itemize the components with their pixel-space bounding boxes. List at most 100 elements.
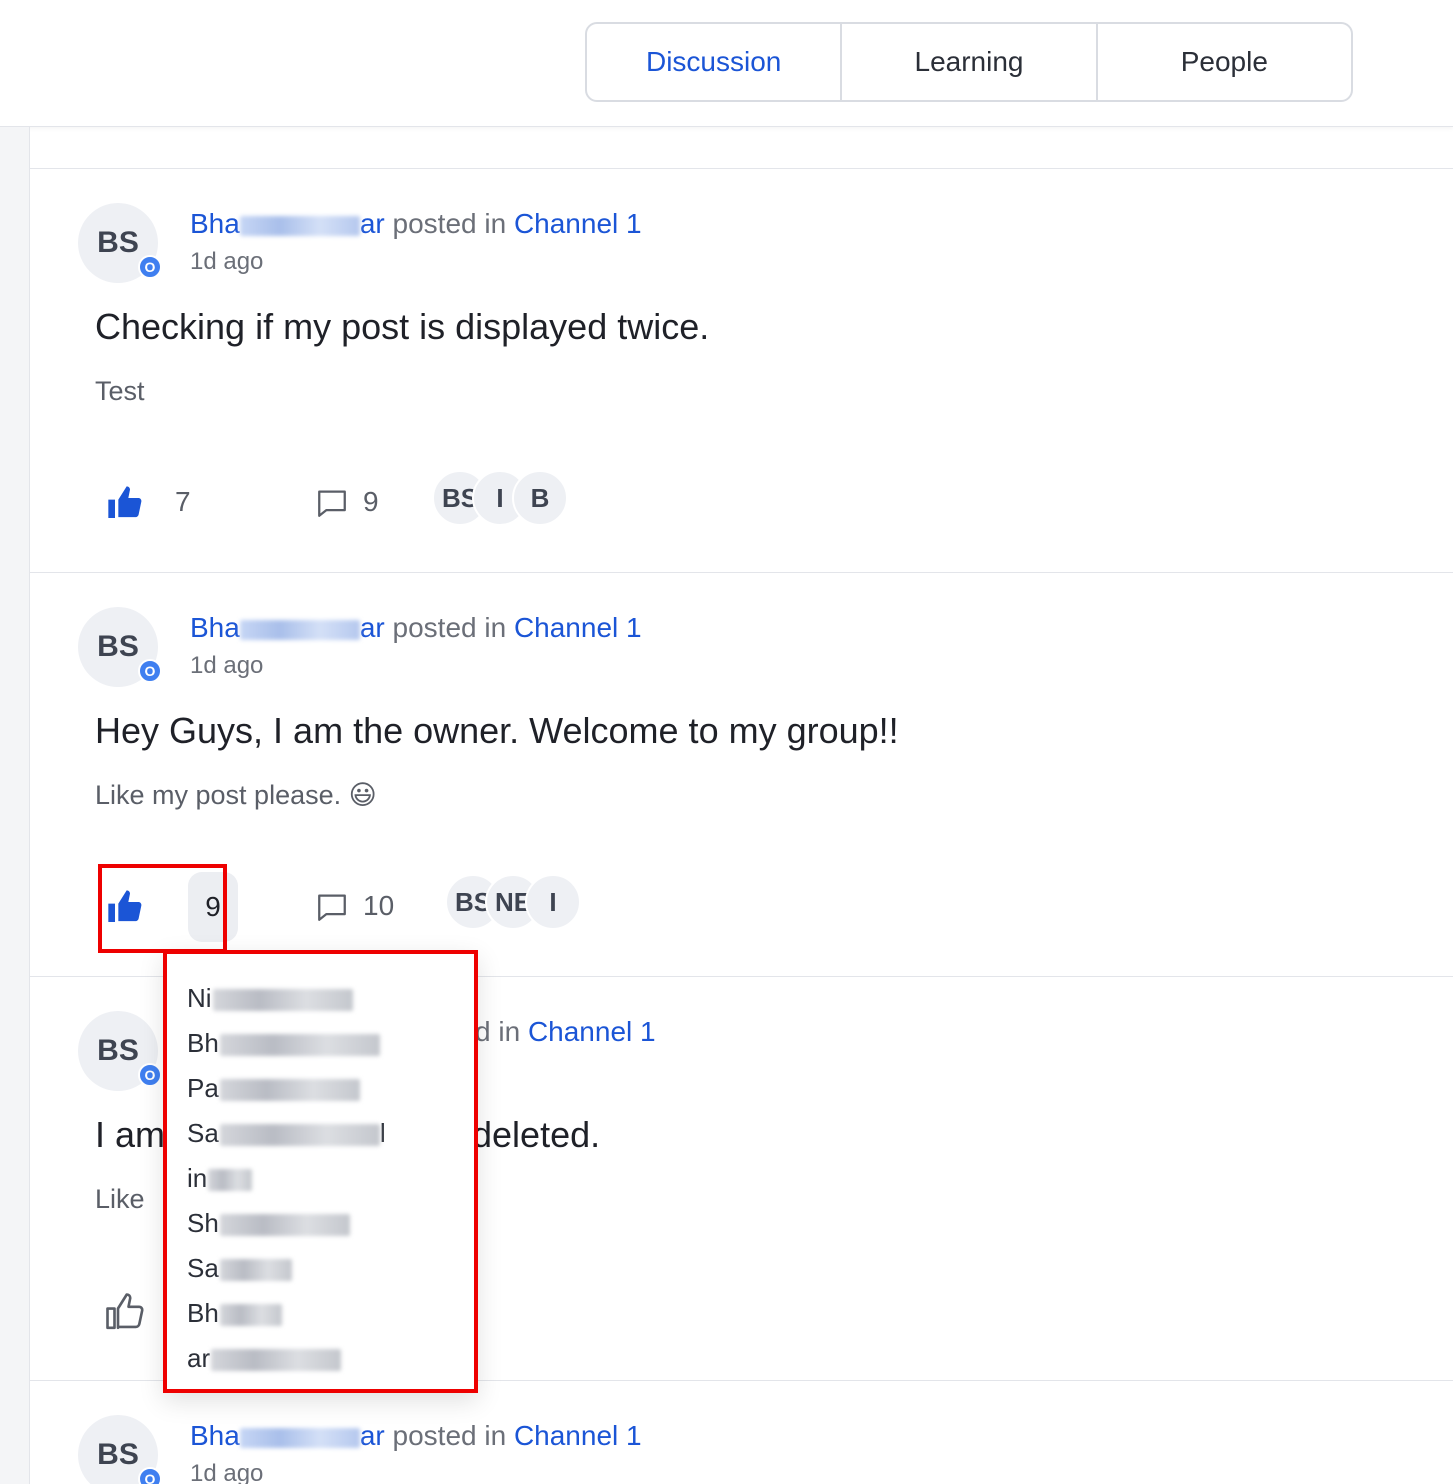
redacted-text xyxy=(219,1259,292,1282)
post-meta: Bha ar posted in Channel 1 xyxy=(190,612,642,644)
channel-link[interactable]: Channel 1 xyxy=(514,1420,642,1451)
post-meta: Bha ar posted in Channel 1 xyxy=(190,208,642,240)
post-time: 1d ago xyxy=(190,1460,264,1484)
post-body: Like xyxy=(95,1184,145,1214)
thumbs-up-outline-icon[interactable] xyxy=(104,1291,146,1333)
liker-name-start: Sa xyxy=(187,1118,219,1148)
post-actions: 7 9 BS I B xyxy=(95,468,595,538)
liker-name-start: Bh xyxy=(187,1298,219,1328)
avatar-initials: BS xyxy=(97,226,139,259)
divider xyxy=(30,572,1453,573)
redacted-text xyxy=(239,619,360,640)
avatar[interactable]: BS O xyxy=(78,607,162,687)
posted-in-text: posted in xyxy=(392,612,507,643)
comment-count[interactable]: 10 xyxy=(363,890,394,922)
comment-icon[interactable] xyxy=(315,890,349,924)
channel-link[interactable]: Channel 1 xyxy=(514,208,642,239)
reactor-avatar[interactable]: I xyxy=(525,874,581,930)
tab-bar: Discussion Learning People xyxy=(585,22,1353,102)
post-body: Test xyxy=(95,376,145,406)
thumbs-up-icon[interactable] xyxy=(105,483,145,523)
reactor-initials: I xyxy=(496,482,504,513)
redacted-text xyxy=(211,1349,342,1372)
feed-left-rail xyxy=(0,127,30,1484)
liker-item[interactable]: Bh xyxy=(187,1021,474,1066)
owner-badge: O xyxy=(138,1063,162,1087)
post-card: BS O Bha ar posted in Channel 1 1d ago Ch… xyxy=(30,170,1453,572)
author-link[interactable]: Bha ar xyxy=(190,612,385,643)
comment-count[interactable]: 9 xyxy=(363,486,379,518)
redacted-text xyxy=(219,1079,360,1102)
liker-name-start: Pa xyxy=(187,1073,219,1103)
posted-in-text: d in xyxy=(475,1016,521,1047)
liker-name-start: Bh xyxy=(187,1028,219,1058)
post-meta: Bha ar posted in Channel 1 xyxy=(190,1420,642,1452)
avatar-initials: BS xyxy=(97,1034,139,1067)
highlight-annotation xyxy=(98,864,227,953)
post-title-start: I am xyxy=(95,1114,166,1155)
post-title: Hey Guys, I am the owner. Welcome to my … xyxy=(95,710,899,751)
avatar[interactable]: BS O xyxy=(78,1011,162,1091)
author-name-start: Bha xyxy=(190,1420,240,1451)
avatar[interactable]: BS O xyxy=(78,1415,162,1484)
post-title: Checking if my post is displayed twice. xyxy=(95,306,710,347)
post-time: 1d ago xyxy=(190,652,264,679)
liker-name-start: Sh xyxy=(187,1208,219,1238)
likers-popover: Ni Bh Pa Sa l in Sh Sa Bh ar xyxy=(163,950,478,1393)
liker-name-start: Ni xyxy=(187,983,212,1013)
liker-item[interactable]: ar xyxy=(187,1336,474,1381)
tab-learning[interactable]: Learning xyxy=(840,24,1095,100)
redacted-text xyxy=(239,1427,360,1448)
redacted-text xyxy=(219,1214,350,1237)
author-name-end: ar xyxy=(359,1420,385,1451)
post-title-end: deleted. xyxy=(472,1114,601,1155)
reactor-avatar[interactable]: B xyxy=(512,470,568,526)
avatar-initials: BS xyxy=(97,1438,139,1471)
liker-name-start: Sa xyxy=(187,1253,219,1283)
avatar-initials: BS xyxy=(97,630,139,663)
liker-item[interactable]: Pa xyxy=(187,1066,474,1111)
author-name-end: ar xyxy=(359,612,385,643)
reactor-initials: I xyxy=(549,886,557,917)
liker-item[interactable]: Bh xyxy=(187,1291,474,1336)
liker-item[interactable]: Sh xyxy=(187,1201,474,1246)
like-count[interactable]: 7 xyxy=(175,486,191,518)
redacted-text xyxy=(219,1304,282,1327)
post-card: BS O Bha ar posted in Channel 1 1d ago He… xyxy=(30,574,1453,976)
post-card: BS O Bha ar posted in Channel 1 1d ago xyxy=(30,1382,1453,1484)
redacted-text xyxy=(219,1124,380,1147)
owner-badge: O xyxy=(138,1467,162,1484)
posted-in-text: posted in xyxy=(392,208,507,239)
author-name-start: Bha xyxy=(190,208,240,239)
liker-name-start: in xyxy=(187,1163,208,1193)
owner-badge: O xyxy=(138,255,162,279)
liker-name-end: l xyxy=(379,1118,386,1148)
posted-in-text: posted in xyxy=(392,1420,507,1451)
channel-link[interactable]: Channel 1 xyxy=(528,1016,656,1047)
redacted-text xyxy=(239,215,360,236)
post-time: 1d ago xyxy=(190,248,264,275)
liker-item[interactable]: Sa xyxy=(187,1246,474,1291)
owner-badge: O xyxy=(138,659,162,683)
liker-name-start: ar xyxy=(187,1343,211,1373)
liker-item[interactable]: Sa l xyxy=(187,1111,474,1156)
top-bar: Discussion Learning People xyxy=(0,0,1453,127)
author-link[interactable]: Bha ar xyxy=(190,208,385,239)
author-name-end: ar xyxy=(359,208,385,239)
tab-people[interactable]: People xyxy=(1095,24,1351,100)
post-body: Like my post please. 😃 xyxy=(95,780,377,810)
comment-icon[interactable] xyxy=(315,486,349,520)
liker-item[interactable]: Ni xyxy=(187,976,474,1021)
reactor-initials: B xyxy=(530,482,550,513)
liker-item[interactable]: in xyxy=(187,1156,474,1201)
author-link[interactable]: Bha ar xyxy=(190,1420,385,1451)
avatar[interactable]: BS O xyxy=(78,203,162,283)
post-meta: d in Channel 1 xyxy=(475,1016,656,1048)
divider xyxy=(30,168,1453,169)
tab-discussion[interactable]: Discussion xyxy=(587,24,840,100)
redacted-text xyxy=(219,1034,380,1057)
redacted-text xyxy=(208,1169,253,1192)
channel-link[interactable]: Channel 1 xyxy=(514,612,642,643)
redacted-text xyxy=(212,989,353,1012)
author-name-start: Bha xyxy=(190,612,240,643)
